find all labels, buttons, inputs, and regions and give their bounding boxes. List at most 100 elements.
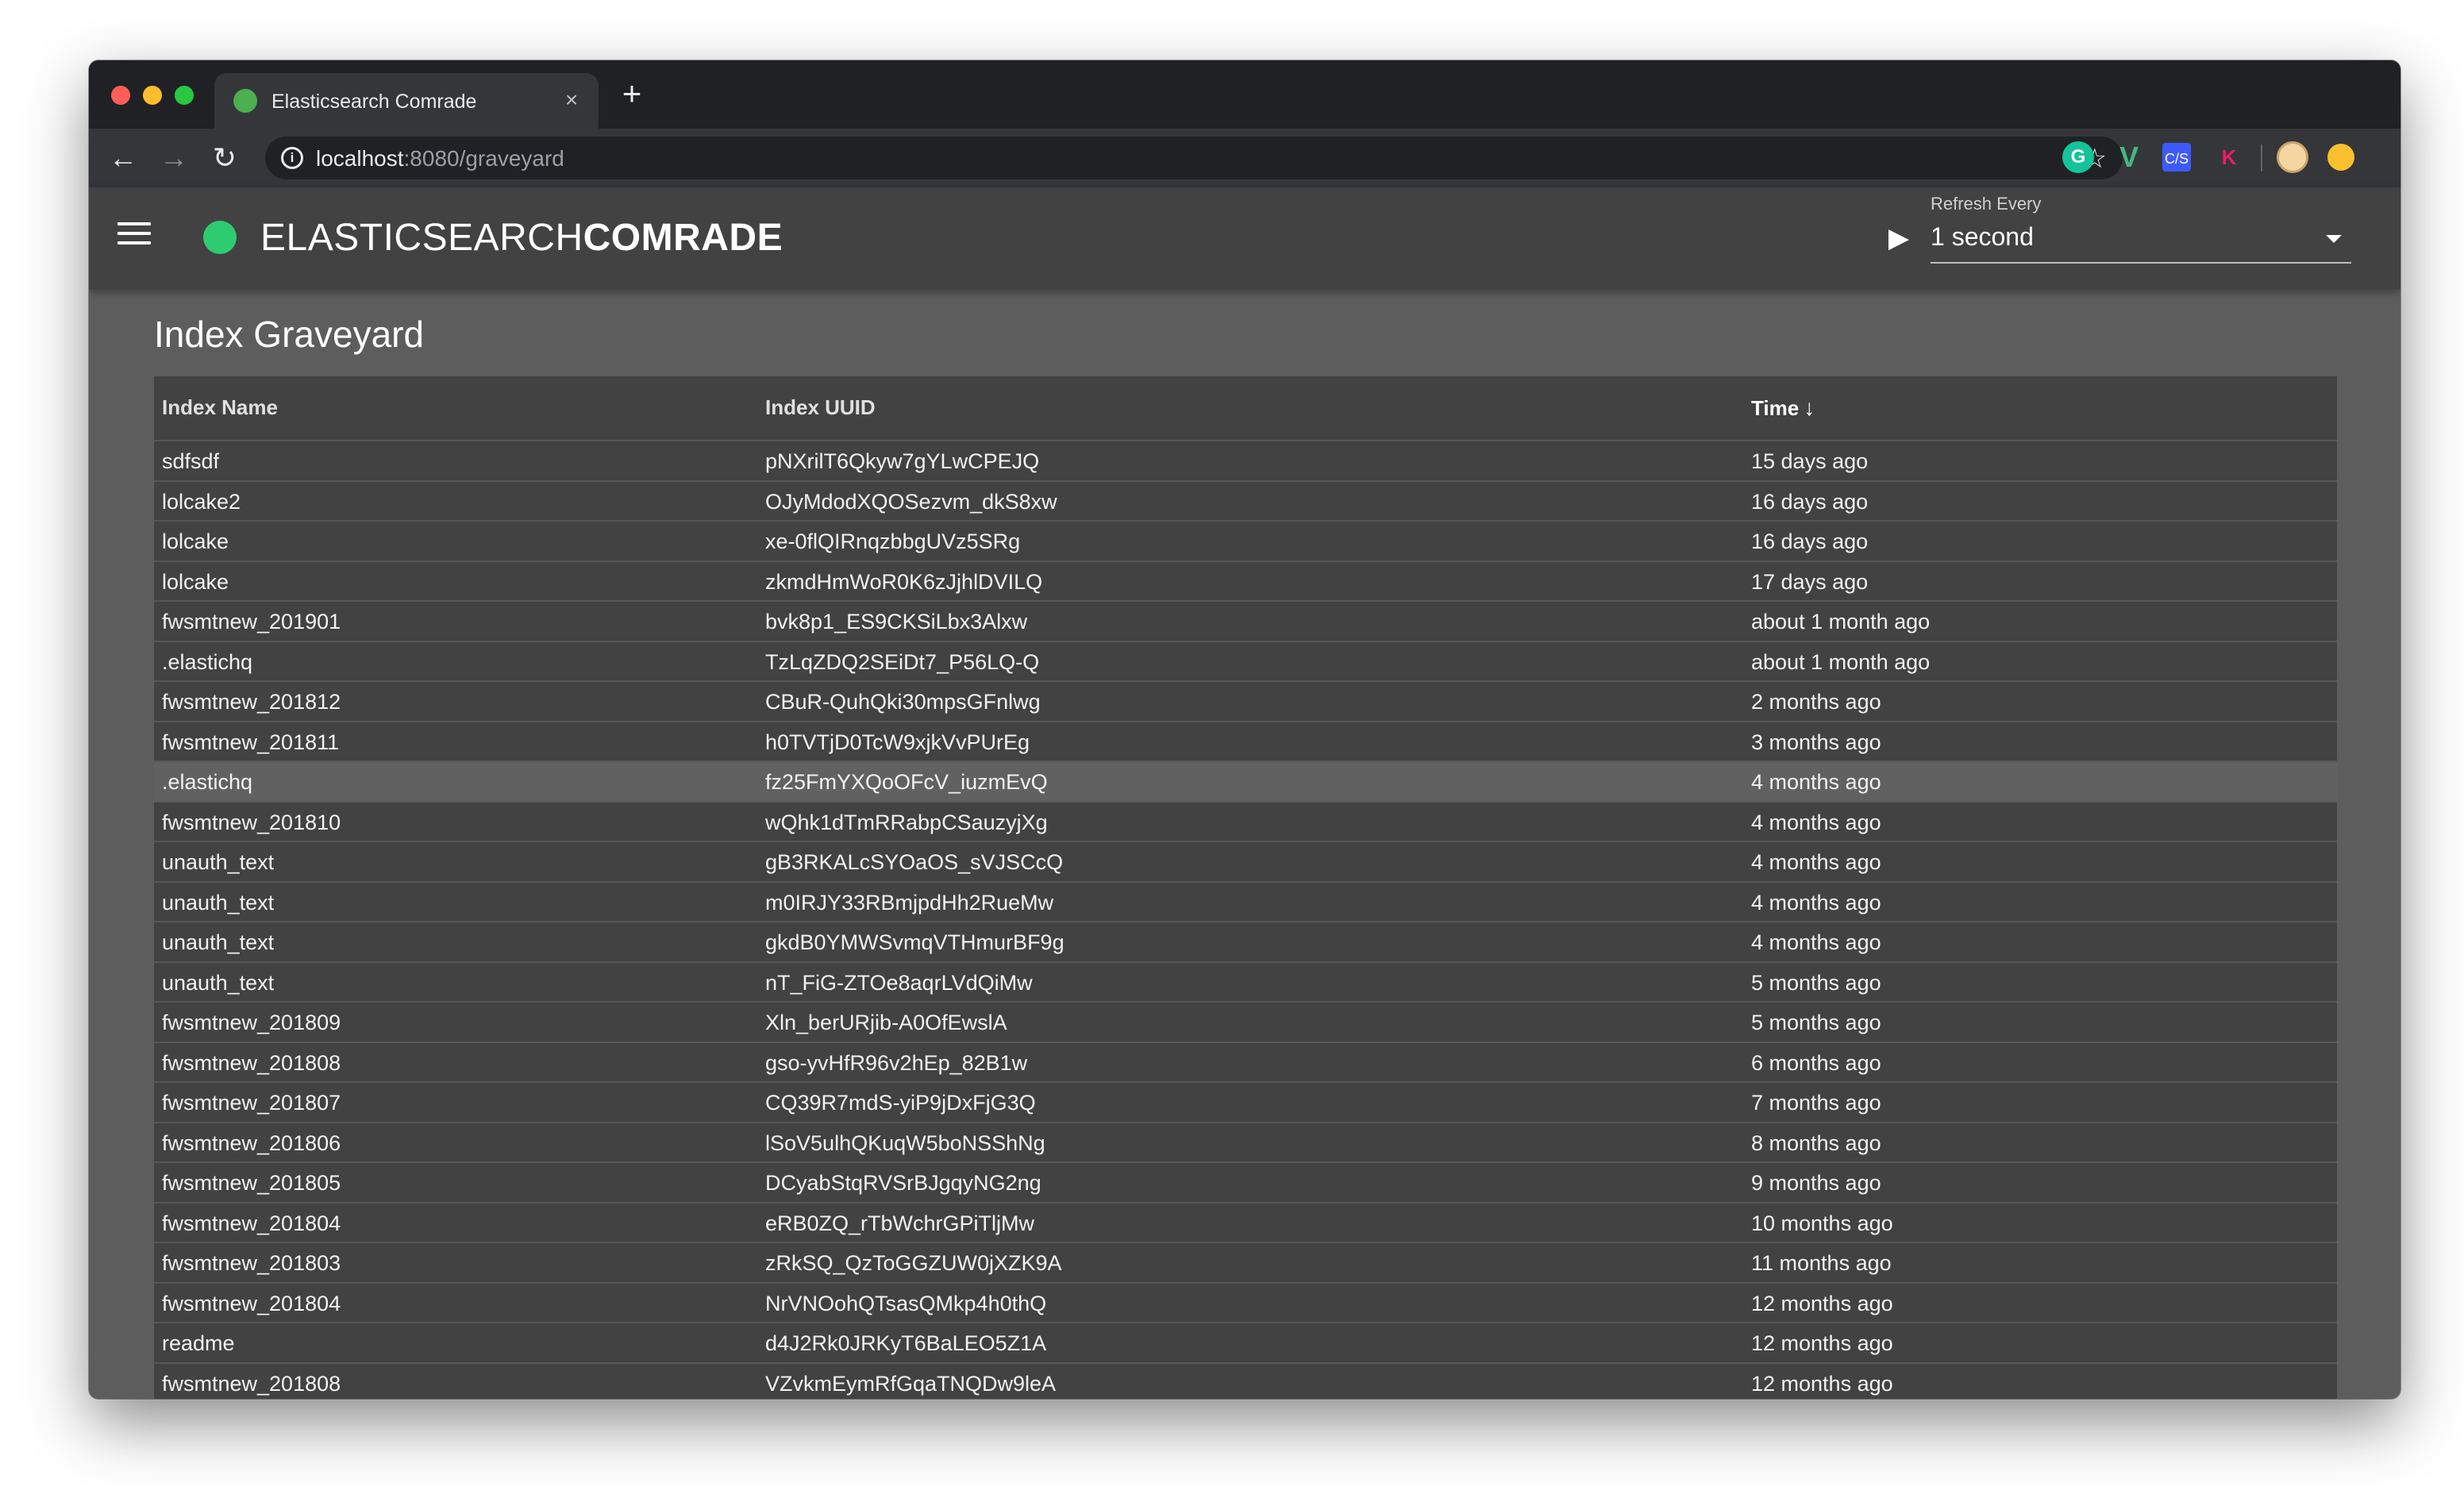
column-header-index-name[interactable]: Index Name [162, 395, 278, 420]
table-row[interactable]: unauth_text gkdB0YMWSvmqVTHmurBF9g 4 month… [154, 922, 2337, 963]
cell-time: 2 months ago [1751, 690, 1881, 714]
cell-index-uuid: gso-yvHfR96v2hEp_82B1w [765, 1050, 1028, 1075]
cell-time: 3 months ago [1751, 730, 1881, 754]
cell-index-uuid: eRB0ZQ_rTbWchrGPiTljMw [765, 1211, 1035, 1235]
profile-avatar-icon[interactable] [2327, 144, 2354, 171]
new-tab-icon[interactable]: + [614, 77, 649, 113]
url-path: :8080/graveyard [403, 146, 564, 171]
page-title: Index Graveyard [154, 314, 425, 355]
table-row[interactable]: .elastichq TzLqZDQ2SEiDt7_P56LQ-Q about 1 … [154, 642, 2337, 682]
table-row[interactable]: fwsmtnew_201810 wQhk1dTmRRabpCSauzyjXg 4 m… [154, 803, 2337, 842]
cell-time: 7 months ago [1751, 1091, 1881, 1115]
close-window-button[interactable] [111, 86, 130, 105]
table-row[interactable]: unauth_text nT_FiG-ZTOe8aqrLVdQiMw 5 month… [154, 963, 2337, 1003]
table-row[interactable]: fwsmtnew_201809 Xln_berURjib-A0OfEwslA 5 m… [154, 1003, 2337, 1043]
cell-index-uuid: DCyabStqRVSrBJgqyNG2ng [765, 1171, 1041, 1195]
address-bar[interactable]: i localhost:8080/graveyard ☆ [265, 137, 2123, 179]
refresh-interval-select[interactable]: 1 second [1931, 218, 2351, 264]
table-row[interactable]: fwsmtnew_201804 NrVNOohQTsasQMkp4h0thQ 12 … [154, 1284, 2337, 1323]
url-text[interactable]: localhost:8080/graveyard [316, 146, 564, 171]
refresh-interval-value: 1 second [1931, 222, 2034, 251]
refresh-label: Refresh Every [1931, 194, 2042, 214]
cell-index-name: fwsmtnew_201810 [162, 810, 341, 834]
table-row[interactable]: unauth_text m0IRJY33RBmjpdHh2RueMw 4 month… [154, 883, 2337, 922]
cell-index-uuid: gkdB0YMWSvmqVTHmurBF9g [765, 930, 1065, 954]
browser-tab[interactable]: Elasticsearch Comrade × [214, 73, 599, 129]
table-row[interactable]: readme d4J2Rk0JRKyT6BaLEO5Z1A 12 months ag… [154, 1323, 2337, 1364]
cell-time: 5 months ago [1751, 970, 1881, 995]
cell-time: 4 months ago [1751, 850, 1881, 874]
cell-time: 16 days ago [1751, 489, 1869, 514]
cell-index-uuid: bvk8p1_ES9CKSiLbx3Alxw [765, 610, 1028, 634]
zoom-window-button[interactable] [175, 86, 194, 105]
cell-index-uuid: h0TVTjD0TcW9xjkVvPUrEg [765, 730, 1030, 754]
table-row[interactable]: fwsmtnew_201811 h0TVTjD0TcW9xjkVvPUrEg 3 m… [154, 722, 2337, 762]
cell-index-name: fwsmtnew_201901 [162, 610, 341, 634]
table-row[interactable]: fwsmtnew_201808 gso-yvHfR96v2hEp_82B1w 6 m… [154, 1043, 2337, 1083]
address-toolbar: ← → ↻ i localhost:8080/graveyard ☆ G V C… [89, 129, 2400, 187]
cell-index-uuid: xe-0flQIRnqzbbgUVz5SRg [765, 530, 1021, 553]
cell-index-uuid: VZvkmEymRfGqaTNQDw9leA [765, 1371, 1057, 1396]
table-row[interactable]: fwsmtnew_201901 bvk8p1_ES9CKSiLbx3Alxw abo… [154, 602, 2337, 642]
minimize-window-button[interactable] [143, 86, 162, 105]
cell-index-uuid: pNXrilT6Qkyw7gYLwCPEJQ [765, 449, 1040, 473]
cell-time: 6 months ago [1751, 1050, 1881, 1075]
dropdown-caret-icon [2326, 235, 2342, 243]
tab-close-icon[interactable]: × [559, 87, 584, 113]
sort-descending-icon: ↓ [1804, 395, 1815, 420]
table-row[interactable]: fwsmtnew_201807 CQ39R7mdS-yiP9jDxFjG3Q 7 m… [154, 1083, 2337, 1123]
table-row[interactable]: lolcake2 OJyMdodXQOSezvm_dkS8xw 16 days ag… [154, 482, 2337, 522]
cell-index-uuid: OJyMdodXQOSezvm_dkS8xw [765, 489, 1057, 514]
table-row[interactable]: unauth_text gB3RKALcSYOaOS_sVJSCcQ 4 month… [154, 842, 2337, 883]
cell-index-uuid: wQhk1dTmRRabpCSauzyjXg [765, 810, 1048, 834]
table-row[interactable]: lolcake zkmdHmWoR0K6zJjhlDVILQ 17 days ago [154, 562, 2337, 602]
table-row[interactable]: fwsmtnew_201803 zRkSQ_QzToGGZUW0jXZK9A 11 … [154, 1243, 2337, 1284]
cell-index-name: sdfsdf [162, 449, 220, 473]
cell-time: 4 months ago [1751, 890, 1881, 915]
brand-light-text: ELASTICSEARCH [260, 217, 583, 259]
table-row[interactable]: lolcake xe-0flQIRnqzbbgUVz5SRg 16 days ago [154, 522, 2337, 562]
cell-index-name: fwsmtnew_201806 [162, 1130, 341, 1155]
table-row[interactable]: fwsmtnew_201806 lSoV5ulhQKuqW5boNSShNg 8 m… [154, 1123, 2337, 1163]
cell-index-name: readme [162, 1331, 235, 1355]
cell-time: 15 days ago [1751, 449, 1869, 473]
table-row[interactable]: fwsmtnew_201812 CBuR-QuhQki30mpsGFnlwg 2 m… [154, 682, 2337, 722]
grammarly-extension-icon[interactable]: G [2062, 141, 2094, 173]
play-icon[interactable]: ▶ [1883, 222, 1915, 254]
reload-icon[interactable]: ↻ [206, 140, 243, 176]
cell-index-name: unauth_text [162, 890, 275, 915]
cell-time: 4 months ago [1751, 810, 1881, 834]
table-header: Index Name Index UUID Time ↓ [154, 376, 2337, 441]
cell-index-uuid: TzLqZDQ2SEiDt7_P56LQ-Q [765, 649, 1040, 674]
cell-index-name: fwsmtnew_201811 [162, 730, 340, 754]
app-logo[interactable]: ELASTICSEARCHCOMRADE [260, 216, 783, 260]
k-extension-icon[interactable]: K [2213, 141, 2245, 173]
cell-index-uuid: zRkSQ_QzToGGZUW0jXZK9A [765, 1251, 1062, 1275]
cell-index-name: unauth_text [162, 850, 275, 874]
cell-index-name: fwsmtnew_201805 [162, 1171, 341, 1195]
table-row[interactable]: fwsmtnew_201804 eRB0ZQ_rTbWchrGPiTljMw 10 … [154, 1204, 2337, 1243]
site-info-icon[interactable]: i [281, 147, 303, 169]
table-row[interactable]: fwsmtnew_201808 VZvkmEymRfGqaTNQDw9leA 12 … [154, 1364, 2337, 1400]
table-row[interactable]: sdfsdf pNXrilT6Qkyw7gYLwCPEJQ 15 days ago [154, 441, 2337, 482]
table-row[interactable]: .elastichq fz25FmYXQoOFcV_iuzmEvQ 4 months… [154, 762, 2337, 803]
column-header-index-uuid[interactable]: Index UUID [765, 395, 876, 420]
cell-index-name: lolcake2 [162, 489, 241, 514]
cluster-status-icon [203, 221, 237, 254]
column-header-time[interactable]: Time ↓ [1751, 395, 1815, 421]
forward-icon[interactable]: → [156, 140, 192, 176]
cell-time: 16 days ago [1751, 530, 1869, 553]
cell-index-name: fwsmtnew_201808 [162, 1050, 341, 1075]
cell-time: 11 months ago [1751, 1251, 1892, 1275]
cell-index-name: fwsmtnew_201804 [162, 1211, 341, 1235]
burger-extension-icon[interactable] [2277, 141, 2308, 173]
cell-index-name: lolcake [162, 569, 229, 594]
cell-index-name: unauth_text [162, 930, 275, 954]
menu-icon[interactable] [117, 222, 151, 254]
back-icon[interactable]: ← [105, 140, 141, 176]
cell-index-uuid: nT_FiG-ZTOe8aqrLVdQiMw [765, 970, 1033, 995]
favicon-icon [233, 89, 257, 113]
css-extension-icon[interactable]: C/S [2162, 143, 2191, 171]
vue-devtools-extension-icon[interactable]: V [2113, 141, 2145, 173]
table-row[interactable]: fwsmtnew_201805 DCyabStqRVSrBJgqyNG2ng 9 m… [154, 1163, 2337, 1204]
